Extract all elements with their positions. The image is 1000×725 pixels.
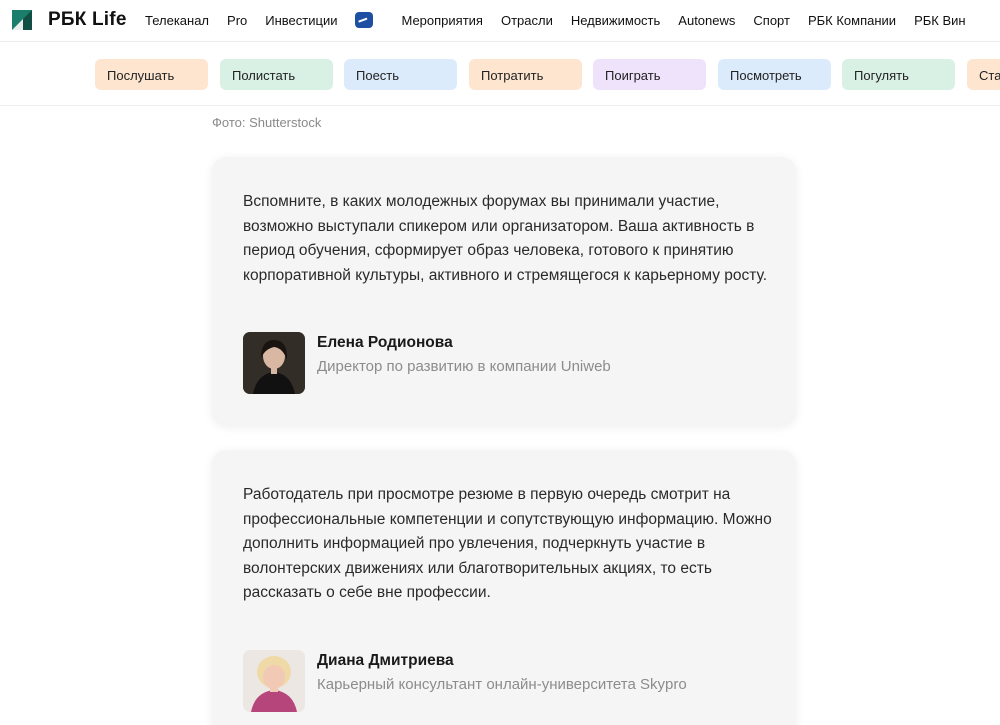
category-watch[interactable]: Посмотреть [718, 59, 831, 90]
nav-item-tv[interactable]: Телеканал [145, 13, 209, 28]
author-name: Диана Дмитриева [317, 652, 454, 669]
nav-item-events[interactable]: Мероприятия [401, 13, 483, 28]
nav-item-sport[interactable]: Спорт [753, 13, 790, 28]
expert-quote-card: Вспомните, в каких молодежных форумах вы… [212, 157, 796, 425]
category-more[interactable]: Ста [967, 59, 1000, 90]
expert-quote-card: Работодатель при просмотре резюме в перв… [212, 450, 796, 725]
category-browse[interactable]: Полистать [220, 59, 333, 90]
author-role: Карьерный консультант онлайн-университет… [317, 676, 687, 693]
category-walk[interactable]: Погулять [842, 59, 955, 90]
nav-item-wine[interactable]: РБК Вин [914, 13, 966, 28]
category-play[interactable]: Поиграть [593, 59, 706, 90]
promo-badge-icon[interactable] [355, 12, 374, 28]
nav-item-companies[interactable]: РБК Компании [808, 13, 896, 28]
nav-item-autonews[interactable]: Autonews [678, 13, 735, 28]
author-name: Елена Родионова [317, 334, 453, 351]
nav-item-pro[interactable]: Pro [227, 13, 247, 28]
rbc-logo-icon[interactable] [12, 10, 32, 30]
photo-caption: Фото: Shutterstock [212, 115, 322, 130]
category-spend[interactable]: Потратить [469, 59, 582, 90]
avatar [243, 650, 305, 712]
avatar [243, 332, 305, 394]
site-logo[interactable]: РБК Life [48, 9, 127, 31]
quote-text: Работодатель при просмотре резюме в перв… [243, 486, 772, 601]
nav-item-investments[interactable]: Инвестиции [265, 13, 337, 28]
top-navigation: РБК Life Телеканал Pro Инвестиции Мероприят… [0, 0, 1000, 42]
author-role: Директор по развитию в компании Uniweb [317, 358, 611, 375]
quote-text: Вспомните, в каких молодежных форумах вы… [243, 193, 768, 284]
category-listen[interactable]: Послушать [95, 59, 208, 90]
nav-item-realty[interactable]: Недвижимость [571, 13, 660, 28]
main-nav: Телеканал Pro Инвестиции Мероприятия Отрасли… [145, 12, 984, 28]
category-eat[interactable]: Поесть [344, 59, 457, 90]
nav-item-industries[interactable]: Отрасли [501, 13, 553, 28]
category-bar: Послушать Полистать Поесть Потратить Пои… [0, 43, 1000, 106]
